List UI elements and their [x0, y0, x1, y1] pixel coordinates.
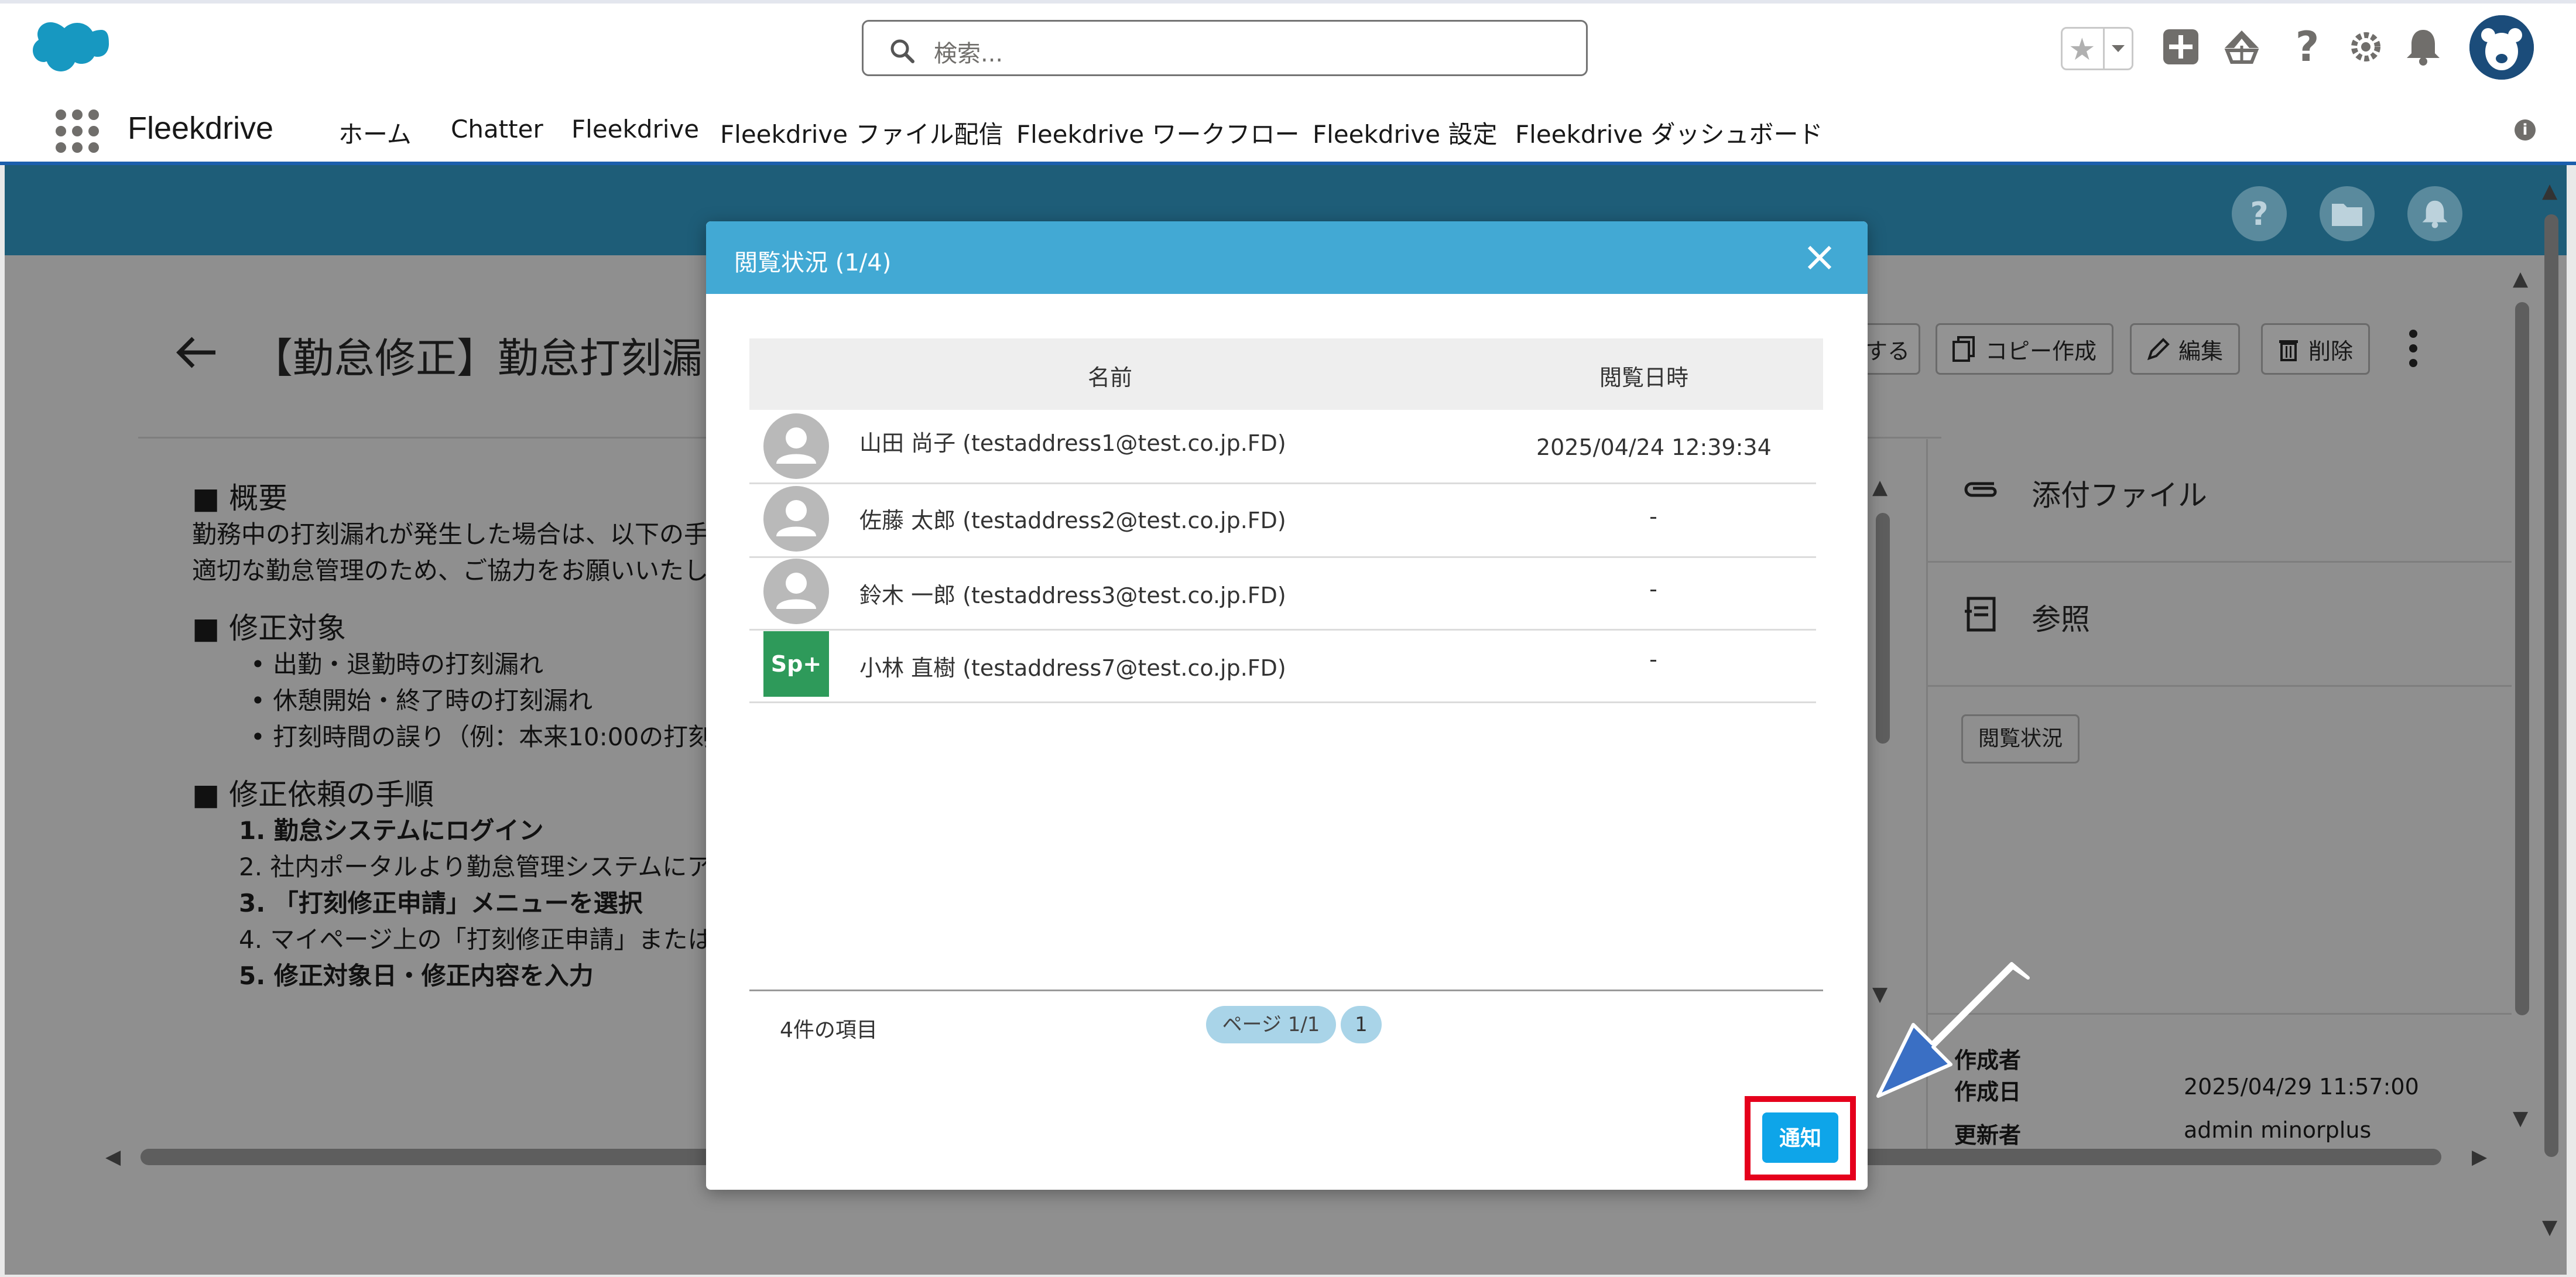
add-icon[interactable]: [2160, 23, 2201, 70]
tab-chatter[interactable]: Chatter: [451, 115, 543, 143]
page-vertical-scrollbar[interactable]: [2515, 302, 2529, 1015]
delete-button[interactable]: 削除: [2261, 323, 2371, 375]
modal-title: 閲覧状況 (1/4): [734, 249, 892, 276]
trash-icon: [2279, 340, 2298, 361]
bell-icon[interactable]: [2403, 23, 2444, 70]
tab-dashboard[interactable]: Fleekdrive ダッシュボード: [1515, 115, 1823, 150]
tab-file-distribution[interactable]: Fleekdrive ファイル配信: [720, 115, 1003, 150]
list-item: 2. 社内ポータルより勤怠管理システムにア: [239, 853, 712, 881]
fd-help-icon[interactable]: ?: [2232, 186, 2287, 241]
person-icon: [763, 559, 829, 624]
scroll-up-arrow[interactable]: ▲: [2513, 267, 2528, 290]
favorites-menu-chevron-down-icon[interactable]: [2103, 29, 2132, 69]
row-viewed-at: -: [1649, 576, 1657, 602]
table-footer-divider: [749, 990, 1823, 991]
row-user-name: 小林 直樹 (testaddress7@test.co.jp.FD): [859, 655, 1286, 681]
view-status-button[interactable]: 閲覧状況: [1961, 714, 2080, 764]
references-label[interactable]: 参照: [2032, 596, 2090, 638]
row-viewed-at: 2025/04/24 12:39:34: [1536, 434, 1772, 460]
section-title: ■ 修正依頼の手順: [192, 778, 434, 812]
row-user-name: 山田 尚子 (testaddress1@test.co.jp.FD): [859, 430, 1286, 456]
tab-home[interactable]: ホーム: [338, 115, 412, 150]
scroll-left-arrow[interactable]: ◀: [105, 1145, 121, 1169]
section-title: ■ 修正対象: [192, 611, 347, 645]
list-item: 3. 「打刻修正申請」メニューを選択: [239, 889, 643, 917]
created-date-value: 2025/04/29 11:57:00: [2184, 1074, 2419, 1100]
app-nav-bar: Fleekdrive ホーム Chatter Fleekdrive Fleekd…: [0, 94, 2576, 165]
person-icon: [763, 486, 829, 552]
column-header-name[interactable]: 名前: [1088, 360, 1132, 392]
scroll-down-arrow[interactable]: ▼: [2542, 1216, 2557, 1239]
help-icon[interactable]: ?: [2287, 23, 2328, 71]
action-button-partial-label: する: [1865, 338, 1910, 364]
salesforce-logo[interactable]: [33, 22, 109, 75]
copy-create-label: コピー作成: [1985, 338, 2097, 364]
scroll-up-arrow[interactable]: ▲: [2542, 179, 2557, 203]
fd-folder-icon[interactable]: [2320, 186, 2375, 241]
scroll-down-arrow[interactable]: ▼: [2513, 1107, 2528, 1130]
body-line: 勤務中の打刻漏れが発生した場合は、以下の手: [192, 520, 709, 549]
pencil-icon: [2147, 338, 2170, 361]
row-user-name: 鈴木 一郎 (testaddress3@test.co.jp.FD): [859, 583, 1286, 608]
avatar-icon[interactable]: [2469, 15, 2534, 80]
section-title: ■ 概要: [192, 481, 288, 515]
more-actions-icon[interactable]: [2407, 328, 2419, 375]
app-name: Fleekdrive: [128, 111, 274, 146]
attachments-label[interactable]: 添付ファイル: [2032, 472, 2207, 514]
divider: [1926, 561, 2512, 563]
inner-vertical-scrollbar[interactable]: [1876, 513, 1890, 744]
edit-button[interactable]: 編集: [2130, 323, 2241, 375]
search-icon: [890, 39, 914, 63]
list-item: 1. 勤怠システムにログイン: [239, 816, 544, 845]
reference-icon: [1965, 597, 1996, 632]
list-item: • 打刻時間の誤り（例：本来10:00の打刻: [251, 723, 713, 751]
divider: [1926, 685, 2512, 687]
settings-icon[interactable]: [2345, 23, 2386, 70]
copy-create-button[interactable]: コピー作成: [1936, 323, 2114, 375]
annotation-arrow: [1876, 962, 2030, 1098]
page-indicator: ページ 1/1: [1206, 1006, 1336, 1043]
updated-by-label: 更新者: [1954, 1122, 2022, 1148]
tab-settings[interactable]: Fleekdrive 設定: [1313, 115, 1497, 150]
search-placeholder: 検索...: [934, 40, 1003, 67]
page-number-button[interactable]: 1: [1341, 1006, 1382, 1043]
info-icon[interactable]: i: [2515, 119, 2536, 141]
list-item: • 休憩開始・終了時の打刻漏れ: [251, 686, 593, 715]
app-launcher-icon[interactable]: [54, 108, 101, 155]
person-icon: [763, 413, 829, 479]
row-viewed-at: -: [1649, 646, 1657, 672]
copy-icon: [1952, 336, 1975, 362]
edit-label: 編集: [2178, 338, 2224, 364]
column-header-viewed-at[interactable]: 閲覧日時: [1599, 360, 1688, 392]
record-title: 【勤怠修正】勤怠打刻漏: [252, 334, 703, 382]
paperclip-icon: [1964, 482, 1997, 497]
search-input[interactable]: 検索...: [862, 20, 1588, 76]
record-body: ■ 概要 勤務中の打刻漏れが発生した場合は、以下の手 適切な勤怠管理のため、ご協…: [192, 480, 712, 994]
row-viewed-at: -: [1649, 504, 1657, 529]
favorites-button[interactable]: ★: [2061, 27, 2133, 70]
trailhead-icon[interactable]: [2221, 23, 2262, 70]
updated-by-value: admin minorplus: [2184, 1117, 2372, 1143]
sp-plus-avatar: Sp+: [763, 631, 829, 697]
back-arrow-icon[interactable]: [176, 335, 218, 370]
list-item: • 出勤・退勤時の打刻漏れ: [251, 650, 544, 679]
favorites-star-icon: ★: [2068, 32, 2096, 67]
scroll-up-arrow[interactable]: ▲: [1872, 475, 1888, 499]
notify-button[interactable]: 通知: [1762, 1112, 1838, 1163]
close-icon[interactable]: [1801, 239, 1838, 276]
item-count: 4件の項目: [780, 1018, 878, 1042]
tab-fleekdrive[interactable]: Fleekdrive: [571, 115, 699, 143]
list-item: 5. 修正対象日・修正内容を入力: [239, 961, 594, 990]
window-vertical-scrollbar[interactable]: [2544, 214, 2558, 1157]
fd-bell-icon[interactable]: [2407, 186, 2462, 241]
row-user-name: 佐藤 太郎 (testaddress2@test.co.jp.FD): [859, 508, 1286, 533]
tab-workflow[interactable]: Fleekdrive ワークフロー: [1016, 115, 1299, 150]
scroll-right-arrow[interactable]: ▶: [2472, 1145, 2487, 1169]
list-item: 4. マイページ上の「打刻修正申請」または: [239, 925, 712, 954]
body-line: 適切な勤怠管理のため、ご協力をお願いいたし: [192, 556, 709, 585]
delete-label: 削除: [2308, 338, 2354, 364]
